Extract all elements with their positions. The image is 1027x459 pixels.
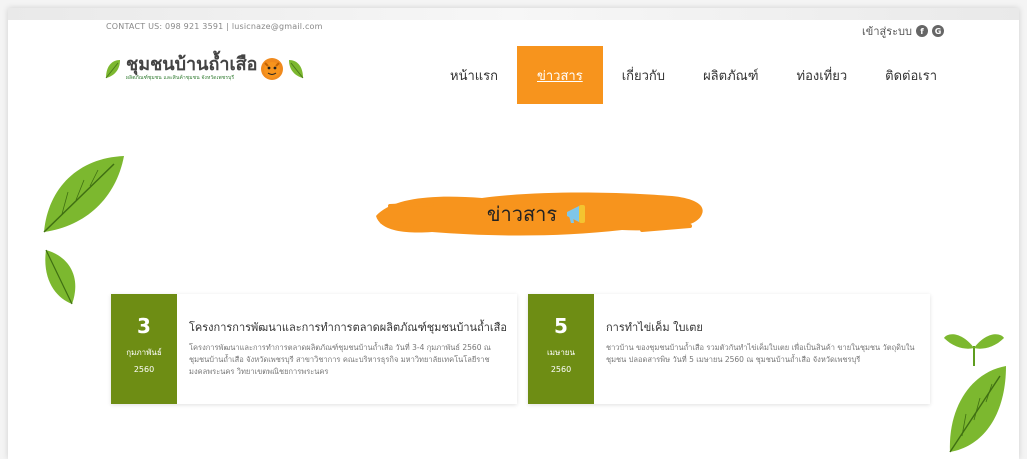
- nav-products[interactable]: ผลิตภัณฑ์: [684, 46, 777, 104]
- login-area: เข้าสู่ระบบ f G: [862, 22, 944, 40]
- nav-news[interactable]: ข่าวสาร: [517, 46, 603, 104]
- nav-travel[interactable]: ท่องเที่ยว: [778, 46, 867, 104]
- news-title[interactable]: การทำไข่เค็ม ใบเตย: [606, 318, 920, 336]
- date-day: 5: [554, 314, 568, 338]
- section-title: ข่าวสาร: [486, 202, 558, 226]
- nav-contact[interactable]: ติดต่อเรา: [866, 46, 956, 104]
- date-year: 2560: [550, 365, 572, 374]
- megaphone-icon: [567, 205, 586, 223]
- facebook-icon[interactable]: f: [916, 25, 928, 37]
- nav-about[interactable]: เกี่ยวกับ: [603, 46, 684, 104]
- date-badge: 3 กุมภาพันธ์ 2560: [111, 294, 177, 404]
- leaf-decoration-left-bottom: [45, 249, 76, 305]
- date-year: 2560: [133, 365, 155, 374]
- news-card[interactable]: 5 เมษายน 2560 การทำไข่เค็ม ใบเตย ชาวบ้าน…: [528, 294, 930, 404]
- date-badge: 5 เมษายน 2560: [528, 294, 594, 404]
- date-day: 3: [137, 314, 151, 338]
- logo-title: ชุมชนบ้านถ้ำเสือ: [126, 54, 258, 75]
- top-decor-strip: [8, 8, 1019, 20]
- news-card[interactable]: 3 กุมภาพันธ์ 2560 โครงการการพัฒนาและการท…: [111, 294, 517, 404]
- leaf-icon: [289, 60, 304, 79]
- tiger-mascot-icon: [261, 58, 284, 80]
- contact-info: CONTACT US: 098 921 3591 | lusicnaze@gma…: [106, 22, 323, 31]
- main-nav: หน้าแรก ข่าวสาร เกี่ยวกับ ผลิตภัณฑ์ ท่อง…: [431, 46, 956, 104]
- login-link[interactable]: เข้าสู่ระบบ: [862, 22, 912, 40]
- news-description: โครงการพัฒนาและการทำการตลาดผลิตภัณฑ์ชุมช…: [189, 343, 491, 376]
- page-frame: CONTACT US: 098 921 3591 | lusicnaze@gma…: [8, 8, 1019, 459]
- google-plus-icon[interactable]: G: [932, 25, 944, 37]
- site-logo[interactable]: ชุมชนบ้านถ้ำเสือ ผลิตภัณฑ์ชุมชน และสินค้…: [104, 56, 305, 82]
- date-month: กุมภาพันธ์: [126, 348, 162, 357]
- leaf-decoration-left-top: [43, 156, 124, 233]
- leaf-icon: [105, 60, 120, 79]
- news-description: ชาวบ้าน ของชุมชนบ้านถ้ำเสือ รวมตัวกันทำไ…: [606, 343, 915, 364]
- news-title[interactable]: โครงการการพัฒนาและการทำการตลาดผลิตภัณฑ์ช…: [189, 318, 507, 336]
- date-month: เมษายน: [547, 348, 575, 357]
- section-banner: ข่าวสาร: [372, 186, 708, 242]
- logo-subtitle: ผลิตภัณฑ์ชุมชน และสินค้าชุมชน จังหวัดเพช…: [126, 75, 235, 81]
- leaf-decoration-right-bottom: [949, 366, 1006, 453]
- nav-home[interactable]: หน้าแรก: [431, 46, 517, 104]
